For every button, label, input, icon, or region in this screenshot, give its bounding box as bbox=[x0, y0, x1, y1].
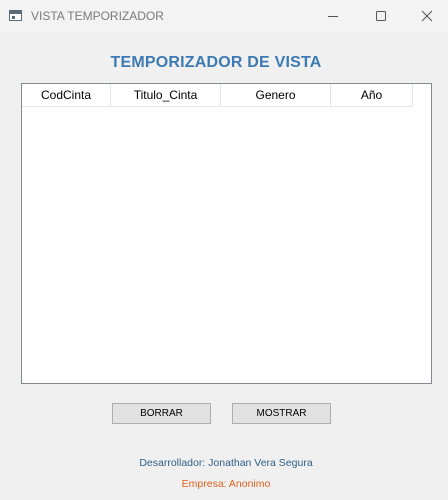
app-window-icon bbox=[9, 10, 22, 21]
maximize-button[interactable] bbox=[358, 0, 404, 32]
close-button[interactable] bbox=[404, 0, 448, 32]
column-header-titulo-cinta[interactable]: Titulo_Cinta bbox=[111, 84, 221, 106]
close-icon bbox=[421, 10, 433, 22]
table-header: CodCinta Titulo_Cinta Genero Año bbox=[22, 84, 413, 107]
company-label: Empresa: Anonimo bbox=[181, 478, 271, 490]
maximize-icon bbox=[376, 11, 386, 21]
window-title: VISTA TEMPORIZADOR bbox=[31, 9, 164, 23]
title-bar[interactable]: VISTA TEMPORIZADOR bbox=[0, 0, 448, 32]
column-header-ano[interactable]: Año bbox=[331, 84, 413, 106]
borrar-button[interactable]: BORRAR bbox=[112, 403, 211, 424]
mostrar-button[interactable]: MOSTRAR bbox=[232, 403, 331, 424]
column-header-genero[interactable]: Genero bbox=[221, 84, 331, 106]
app-window: VISTA TEMPORIZADOR TEMPORIZADOR DE VISTA… bbox=[0, 0, 448, 500]
data-table[interactable]: CodCinta Titulo_Cinta Genero Año bbox=[21, 83, 432, 384]
minimize-button[interactable] bbox=[310, 0, 356, 32]
column-header-codcinta[interactable]: CodCinta bbox=[22, 84, 111, 106]
minimize-icon bbox=[328, 16, 338, 17]
developer-label: Desarrollador: Jonathan Vera Segura bbox=[139, 457, 313, 469]
page-title: TEMPORIZADOR DE VISTA bbox=[110, 54, 322, 71]
